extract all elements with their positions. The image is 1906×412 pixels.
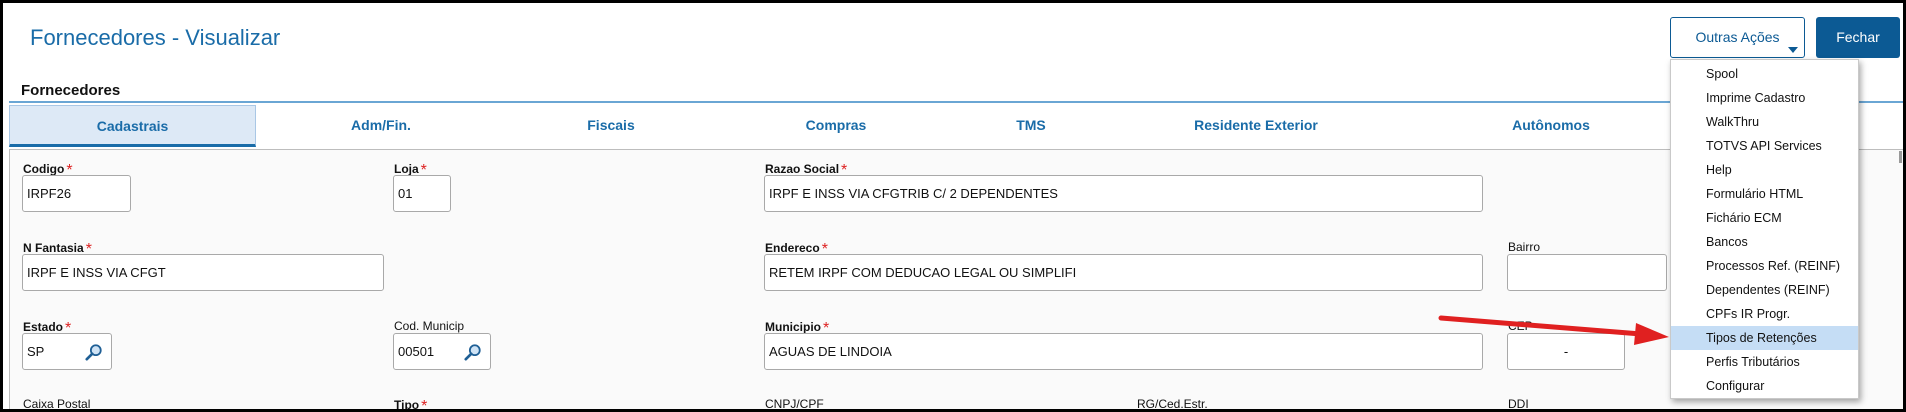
menu-item-cpfs-ir-progr[interactable]: CPFs IR Progr. [1671,302,1858,326]
window-frame: Fornecedores - Visualizar Outras Ações F… [0,0,1906,412]
outras-acoes-menu: Spool Imprime Cadastro WalkThru TOTVS AP… [1670,59,1859,399]
section-title: Fornecedores [21,82,121,99]
cod-municip-label: Cod. Municip [394,319,465,333]
menu-item-spool[interactable]: Spool [1671,62,1858,86]
menu-item-bancos[interactable]: Bancos [1671,230,1858,254]
razao-social-field[interactable]: IRPF E INSS VIA CFGTRIB C/ 2 DEPENDENTES [764,175,1483,212]
magnifier-icon[interactable] [85,343,103,361]
estado-field[interactable]: SP [22,333,112,370]
municipio-field[interactable]: AGUAS DE LINDOIA [764,333,1483,370]
scrollbar-indicator[interactable] [1899,151,1902,163]
tab-residente-exterior[interactable]: Residente Exterior [1106,105,1406,147]
tab-adm-fin[interactable]: Adm/Fin. [256,105,506,147]
cep-field[interactable]: - [1507,333,1625,370]
tab-compras[interactable]: Compras [716,105,956,147]
bairro-label: Bairro [1508,240,1541,254]
tab-autonomos[interactable]: Autônomos [1406,105,1696,147]
menu-item-dependentes-reinf[interactable]: Dependentes (REINF) [1671,278,1858,302]
menu-item-imprime-cadastro[interactable]: Imprime Cadastro [1671,86,1858,110]
fechar-button[interactable]: Fechar [1816,17,1900,58]
codigo-field[interactable]: IRPF26 [22,175,131,212]
menu-item-walkthru[interactable]: WalkThru [1671,110,1858,134]
cnpj-cpf-label: CNPJ/CPF [765,397,824,411]
outras-acoes-button[interactable]: Outras Ações [1670,17,1805,58]
cep-label: CEP [1508,319,1533,333]
menu-item-totvs-api-services[interactable]: TOTVS API Services [1671,134,1858,158]
page-title: Fornecedores - Visualizar [30,25,281,50]
section-divider [9,101,1903,103]
tab-cadastrais[interactable]: Cadastrais [9,105,256,147]
menu-item-tipos-de-retencoes[interactable]: Tipos de Retenções [1671,326,1858,350]
menu-item-perfis-tributarios[interactable]: Perfis Tributários [1671,350,1858,374]
required-marker: * [421,398,428,412]
tab-fiscais[interactable]: Fiscais [506,105,716,147]
tipo-label: Tipo * [394,396,428,412]
menu-item-help[interactable]: Help [1671,158,1858,182]
tab-bar: Cadastrais Adm/Fin. Fiscais Compras TMS … [9,105,1903,147]
menu-item-processos-ref-reinf[interactable]: Processos Ref. (REINF) [1671,254,1858,278]
cod-municip-value: 00501 [398,344,435,359]
n-fantasia-field[interactable]: IRPF E INSS VIA CFGT [22,254,384,291]
menu-item-formulario-html[interactable]: Formulário HTML [1671,182,1858,206]
estado-value: SP [27,344,45,359]
caret-down-icon [1788,47,1798,53]
tab-tms[interactable]: TMS [956,105,1106,147]
loja-field[interactable]: 01 [393,175,451,212]
magnifier-icon[interactable] [464,343,482,361]
menu-item-fichario-ecm[interactable]: Fichário ECM [1671,206,1858,230]
rg-ced-estr-label: RG/Ced.Estr. [1137,397,1208,411]
caixa-postal-label: Caixa Postal [23,397,91,411]
ddi-label: DDI [1508,397,1529,411]
outras-acoes-label: Outras Ações [1695,29,1780,45]
menu-item-configurar[interactable]: Configurar [1671,374,1858,398]
bairro-field[interactable] [1507,254,1667,291]
cod-municip-field[interactable]: 00501 [393,333,491,370]
endereco-field[interactable]: RETEM IRPF COM DEDUCAO LEGAL OU SIMPLIFI [764,254,1483,291]
